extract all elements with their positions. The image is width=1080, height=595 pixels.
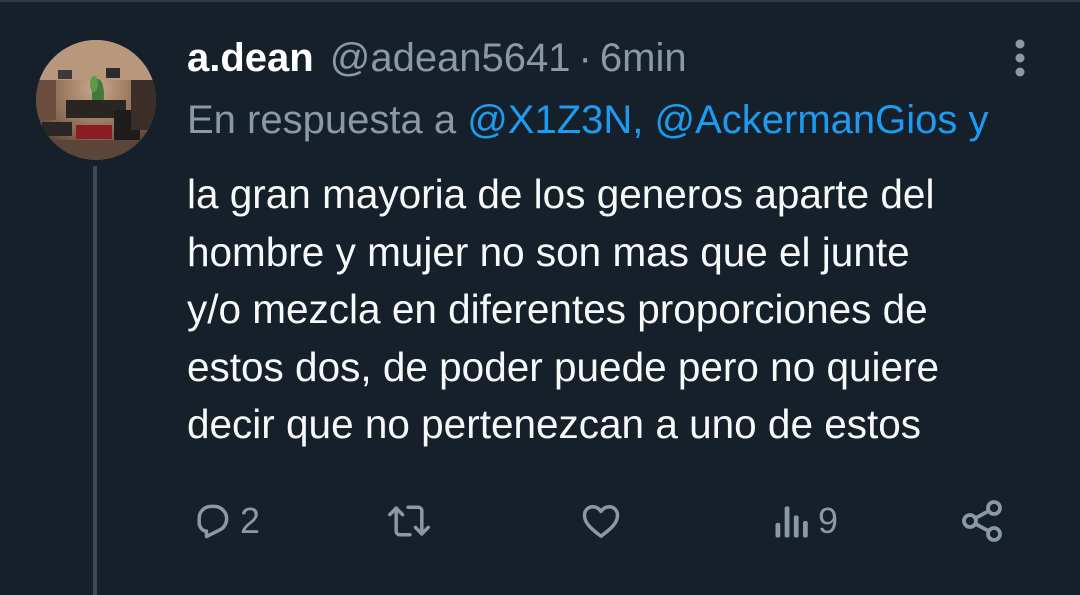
tweet-header: a.dean @adean5641 · 6min (187, 36, 687, 86)
tweet[interactable]: a.dean @adean5641 · 6min En respuesta a … (0, 0, 1080, 595)
retweet-icon (388, 505, 430, 537)
action-bar: 2 9 (0, 496, 1080, 546)
heart-icon (582, 504, 620, 538)
tweet-text-line: hombre y mujer no son mas que el junte (187, 228, 910, 275)
views-count: 9 (818, 500, 839, 541)
separator-dot: · (578, 36, 592, 80)
views-button[interactable]: 9 (772, 496, 838, 546)
reply-context: En respuesta a @X1Z3N, @AckermanGios y (187, 98, 1080, 148)
more-vertical-icon (1015, 39, 1025, 77)
share-icon (962, 500, 1002, 542)
timestamp[interactable]: 6min (600, 36, 687, 81)
more-options-button[interactable] (1000, 38, 1040, 78)
share-button[interactable] (958, 496, 1006, 546)
reply-prefix: En respuesta a (187, 98, 457, 142)
reply-button[interactable]: 2 (190, 496, 260, 546)
reply-count: 2 (240, 500, 261, 541)
top-divider (0, 0, 1080, 2)
tweet-text-line: decir que no pertenezcan a uno de estos (187, 401, 922, 447)
like-button[interactable] (578, 496, 630, 546)
avatar[interactable] (36, 40, 156, 160)
display-name[interactable]: a.dean (187, 36, 314, 81)
tweet-text-line: y/o mezcla en diferentes proporciones de (187, 286, 928, 332)
reply-icon (197, 504, 229, 539)
tweet-text-line: la gran mayoria de los generos aparte de… (187, 171, 935, 217)
retweet-button[interactable] (384, 496, 440, 546)
avatar-image (36, 40, 156, 160)
tweet-text: la gran mayoria de los generos aparte de… (187, 166, 1067, 454)
views-icon (775, 506, 808, 538)
tweet-text-line: estos dos, de poder puede pero no quiere (187, 343, 940, 390)
user-handle[interactable]: @adean5641 (330, 36, 571, 81)
reply-mentions[interactable]: @X1Z3N, @AckermanGios y (467, 98, 988, 142)
